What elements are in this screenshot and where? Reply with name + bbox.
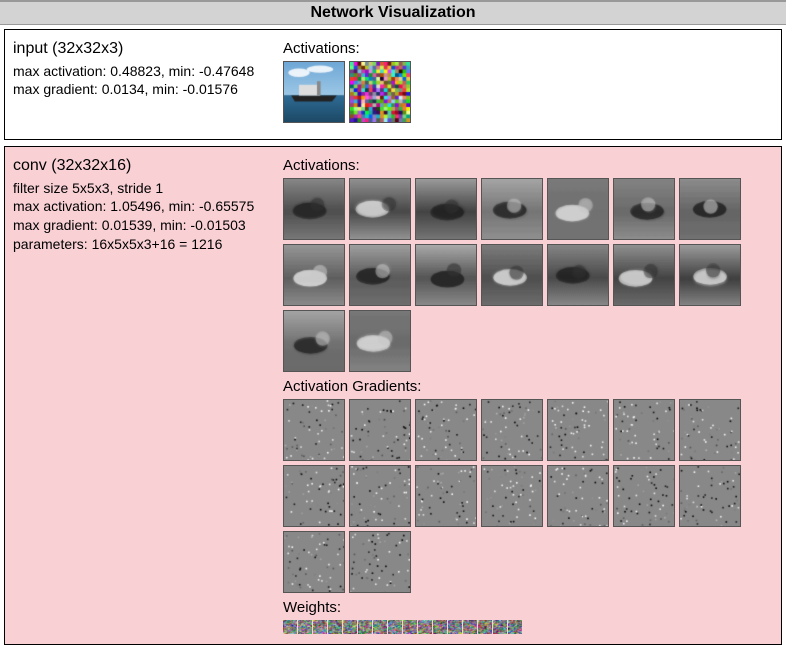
activation-tile [349, 178, 411, 240]
title-bar: Network Visualization [0, 0, 786, 25]
weight-tile [448, 620, 462, 634]
gradient-tile [415, 465, 477, 527]
layer-conv-stat-gradient: max gradient: 0.01539, min: -0.01503 [13, 216, 275, 235]
gradient-tile [349, 465, 411, 527]
layer-input: input (32x32x3) max activation: 0.48823,… [4, 29, 782, 140]
activation-tile [547, 244, 609, 306]
weight-tile [283, 620, 297, 634]
activation-tile [613, 244, 675, 306]
activation-tile [547, 178, 609, 240]
activation-tile [481, 244, 543, 306]
gradient-tile [349, 531, 411, 593]
layer-conv-stat-activation: max activation: 1.05496, min: -0.65575 [13, 197, 275, 216]
gradient-tile [613, 465, 675, 527]
gradient-tile [481, 399, 543, 461]
layer-conv: conv (32x32x16) filter size 5x5x3, strid… [4, 146, 782, 645]
layer-input-vis: Activations: [283, 38, 773, 129]
activation-tile [613, 178, 675, 240]
layer-input-stat-activation: max activation: 0.48823, min: -0.47648 [13, 62, 275, 81]
gradient-tile [415, 399, 477, 461]
gradient-tile [283, 465, 345, 527]
page-title: Network Visualization [310, 4, 475, 21]
activations-label: Activations: [283, 157, 773, 174]
gradients-label: Activation Gradients: [283, 378, 773, 395]
weight-tile [313, 620, 327, 634]
conv-weights-row [283, 620, 773, 634]
gradient-tile [283, 531, 345, 593]
weight-tile [373, 620, 387, 634]
layer-input-title: input (32x32x3) [13, 38, 275, 60]
weight-tile [478, 620, 492, 634]
activation-tile [283, 244, 345, 306]
activation-tile [283, 61, 345, 123]
gradient-tile [547, 465, 609, 527]
weight-tile [463, 620, 477, 634]
activation-tile [415, 244, 477, 306]
activation-tile [349, 310, 411, 372]
layer-input-stat-gradient: max gradient: 0.0134, min: -0.01576 [13, 80, 275, 99]
layer-input-info: input (32x32x3) max activation: 0.48823,… [13, 38, 283, 129]
weight-tile [343, 620, 357, 634]
weight-tile [298, 620, 312, 634]
activations-label: Activations: [283, 40, 773, 57]
gradient-tile [613, 399, 675, 461]
activation-tile [283, 178, 345, 240]
weight-tile [388, 620, 402, 634]
activation-tile [481, 178, 543, 240]
gradient-tile [547, 399, 609, 461]
weight-tile [403, 620, 417, 634]
weight-tile [433, 620, 447, 634]
weight-tile [508, 620, 522, 634]
weight-tile [358, 620, 372, 634]
weight-tile [493, 620, 507, 634]
layer-conv-vis: Activations: Activation Gradients: Weigh… [283, 155, 773, 634]
gradient-tile [679, 465, 741, 527]
layer-conv-filter: filter size 5x5x3, stride 1 [13, 179, 275, 198]
activation-tile [415, 178, 477, 240]
activation-tile [679, 178, 741, 240]
weights-label: Weights: [283, 599, 773, 616]
input-activations-row [283, 61, 773, 123]
gradient-tile [679, 399, 741, 461]
gradient-tile [349, 399, 411, 461]
activation-tile [679, 244, 741, 306]
layer-conv-title: conv (32x32x16) [13, 155, 275, 177]
gradient-tile [481, 465, 543, 527]
weight-tile [328, 620, 342, 634]
weight-tile [418, 620, 432, 634]
conv-gradients-grid [283, 399, 773, 593]
layer-conv-info: conv (32x32x16) filter size 5x5x3, strid… [13, 155, 283, 634]
activation-tile [349, 61, 411, 123]
conv-activations-grid [283, 178, 773, 372]
activation-tile [349, 244, 411, 306]
activation-tile [283, 310, 345, 372]
layer-conv-params: parameters: 16x5x5x3+16 = 1216 [13, 235, 275, 254]
gradient-tile [283, 399, 345, 461]
